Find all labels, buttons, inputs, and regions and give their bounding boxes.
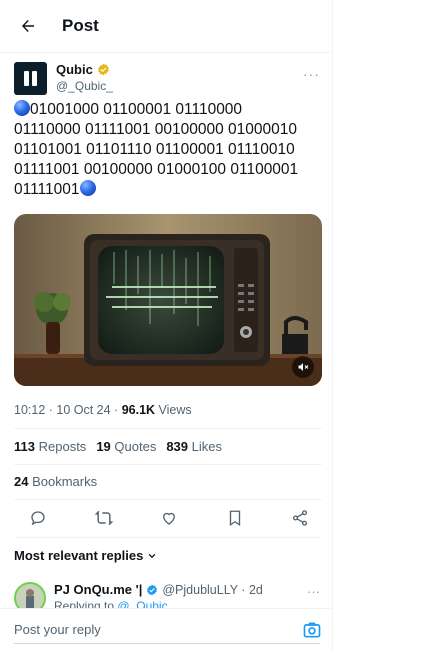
tweet-media-video[interactable]	[14, 214, 322, 386]
reply-icon	[31, 511, 45, 526]
mute-icon[interactable]	[292, 356, 314, 378]
author-name[interactable]: Qubic	[56, 62, 93, 77]
share-button[interactable]	[288, 506, 312, 530]
author-name-row[interactable]: Qubic	[56, 62, 110, 77]
back-arrow-icon	[22, 20, 34, 32]
avatar[interactable]	[14, 62, 47, 95]
reply-more-icon[interactable]: ···	[307, 584, 320, 599]
tweet-line: 01101001 01101110 01100001 01110010	[14, 141, 295, 158]
verified-gold-icon	[97, 63, 109, 76]
divider	[14, 464, 322, 465]
reply-input[interactable]: Post your reply	[14, 622, 101, 637]
reply-button[interactable]	[26, 506, 50, 530]
like-icon	[163, 512, 175, 525]
replies-sort-label: Most relevant replies	[14, 548, 144, 563]
replies-sort-dropdown[interactable]: Most relevant replies	[14, 548, 157, 563]
chevron-down-icon	[148, 553, 156, 558]
more-icon[interactable]: ···	[303, 66, 320, 82]
blue-circle-emoji	[14, 100, 30, 116]
repost-button[interactable]	[92, 506, 116, 530]
post-panel: Post Qubic @_Qubic_ ··· 01001000 0110000…	[0, 0, 333, 652]
verified-blue-icon	[147, 584, 158, 595]
header: Post	[0, 0, 332, 53]
retro-tv-image	[14, 214, 322, 386]
author-handle[interactable]: @_Qubic_	[56, 79, 113, 93]
reposts-stat[interactable]: 113 Reposts	[14, 439, 86, 454]
tweet-line: 01111001 00100000 01000100 01100001	[14, 161, 299, 178]
tweet-line: 01001000 01100001 01110000	[14, 100, 318, 120]
reply-author-name[interactable]: PJ OnQu.me '|	[54, 582, 142, 597]
like-button[interactable]	[157, 506, 181, 530]
reply-composer: Post your reply	[0, 608, 332, 652]
bookmarks-stat[interactable]: 24 Bookmarks	[14, 474, 97, 489]
reply-author-row[interactable]: PJ OnQu.me '| @PjdubluLLY · 2d	[54, 582, 263, 597]
reply-input-underline	[14, 643, 320, 644]
views-label: Views	[155, 403, 192, 417]
tweet-line: 01111001	[14, 180, 318, 200]
action-bar	[14, 504, 320, 532]
share-icon	[292, 510, 308, 526]
views-count: 96.1K	[121, 403, 156, 417]
camera-icon[interactable]	[302, 620, 322, 640]
divider	[14, 499, 322, 500]
post-time[interactable]: 10:12 · 10 Oct 24 ·	[14, 403, 122, 417]
divider	[14, 537, 322, 538]
post-author: Qubic @_Qubic_ ···	[14, 60, 320, 100]
post-meta: 10:12 · 10 Oct 24 · 96.1K Views	[14, 403, 192, 417]
page-title: Post	[62, 16, 99, 35]
divider	[14, 428, 322, 429]
bookmark-button[interactable]	[223, 506, 247, 530]
reply-item[interactable]: PJ OnQu.me '| @PjdubluLLY · 2d ··· Reply…	[14, 578, 320, 614]
quotes-stat[interactable]: 19 Quotes	[96, 439, 156, 454]
tweet-line: 01110000 01111001 00100000 01000010	[14, 121, 298, 138]
repost-icon	[94, 510, 113, 526]
bookmark-icon	[229, 510, 240, 527]
reply-author-handle[interactable]: @PjdubluLLY · 2d	[162, 583, 263, 597]
post-stats: 113 Reposts 19 Quotes 839 Likes	[14, 439, 222, 454]
blue-circle-emoji	[79, 180, 96, 196]
tweet-text: 01001000 01100001 01110000 01110000 0111…	[14, 100, 318, 200]
back-button[interactable]	[2, 0, 54, 52]
likes-stat[interactable]: 839 Likes	[166, 439, 222, 454]
